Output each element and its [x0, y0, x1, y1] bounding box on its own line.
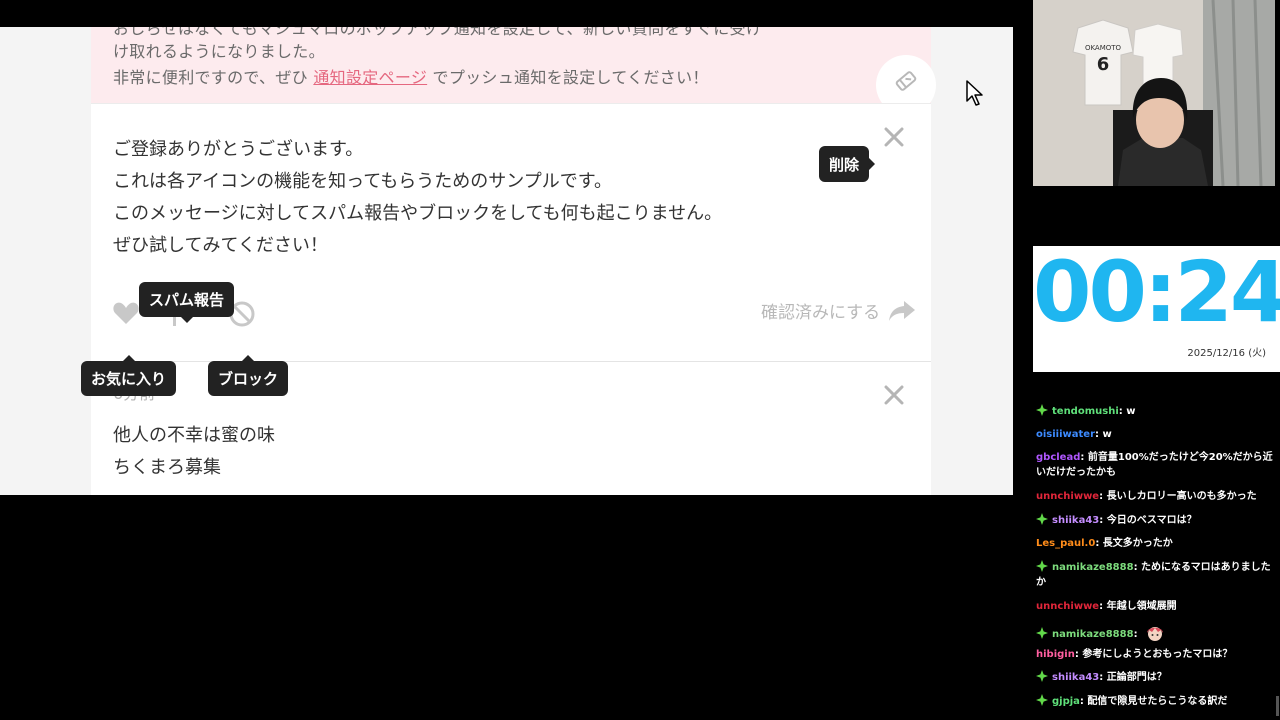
- chat-username: Les_paul.0: [1036, 538, 1096, 549]
- chat-username: shiika43: [1052, 672, 1100, 683]
- message-line: ご登録ありがとうございます。: [113, 139, 364, 160]
- chat-username: namikaze8888: [1052, 562, 1134, 573]
- message-body: 他人の不幸は蜜の味 ちくまろ募集: [113, 420, 275, 484]
- emote-icon: [1147, 627, 1164, 641]
- chat-text: :: [1133, 629, 1138, 640]
- chat-text: : 今日のベスマロは？: [1099, 515, 1197, 526]
- delete-tooltip: 削除: [819, 146, 876, 182]
- chat-text: : 参考にしようとおもったマロは？: [1074, 649, 1233, 660]
- chat-text: : 長文多かったか: [1095, 538, 1173, 549]
- chat-text: : 年越し領域展開: [1099, 601, 1177, 612]
- message-line: ちくまろ募集: [113, 457, 221, 478]
- sparkle-badge-icon: [1036, 404, 1048, 416]
- chat-username: namikaze8888: [1052, 629, 1134, 640]
- chat-message: shiika43: 正論部門は？: [1036, 670, 1276, 685]
- clock-time: 00:24: [1033, 243, 1280, 341]
- chat-panel: tendomushi: w oisiiiwater: w gbclead: 前音…: [1030, 402, 1278, 720]
- message-card: ご登録ありがとうございます。 これは各アイコンの機能を知ってもらうためのサンプル…: [91, 103, 931, 361]
- chat-message: gbclead: 前音量100%だったけど今20%だから近いだけだったかも: [1036, 450, 1276, 480]
- chat-username: shiika43: [1052, 515, 1100, 526]
- webcam-image: OKAMOTO 6: [1033, 0, 1275, 186]
- chat-text: : 正論部門は？: [1099, 672, 1167, 683]
- heart-icon[interactable]: [112, 300, 140, 326]
- chat-message: oisiiiwater: w: [1036, 427, 1276, 442]
- sparkle-badge-icon: [1036, 670, 1048, 682]
- chat-text: : w: [1118, 406, 1136, 417]
- chat-text: : w: [1095, 429, 1112, 440]
- browser-capture: おしらせはなくてもマシュマロのポップアップ通知を設定して、新しい質問をすぐに受け…: [0, 27, 1013, 495]
- pencil-icon: [895, 71, 917, 91]
- block-tooltip: ブロック: [208, 355, 289, 396]
- webcam-feed: OKAMOTO 6: [1033, 0, 1275, 186]
- chat-message: namikaze8888: ためになるマロはありましたか: [1036, 560, 1276, 590]
- notice-text: でプッシュ通知を設定してください！: [427, 68, 709, 87]
- chat-username: oisiiiwater: [1036, 429, 1096, 440]
- spam-report-tooltip: スパム報告: [139, 282, 235, 323]
- chat-message: tendomushi: w: [1036, 404, 1276, 419]
- notification-settings-link[interactable]: 通知設定ページ: [313, 68, 427, 87]
- chat-message: Les_paul.0: 長文多かったか: [1036, 536, 1276, 551]
- stream-clock: 00:24 2025/12/16 (火): [1033, 246, 1280, 372]
- chat-text: : 配信で隙見せたらこうなる訳だ: [1079, 696, 1228, 707]
- share-arrow-icon: [889, 300, 916, 321]
- chat-message: gjpja: 配信で隙見せたらこうなる訳だ: [1036, 694, 1276, 709]
- close-icon[interactable]: [881, 124, 907, 150]
- message-line: ぜひ試してみてください！: [113, 235, 328, 256]
- message-line: これは各アイコンの機能を知ってもらうためのサンプルです。: [113, 171, 612, 192]
- sparkle-badge-icon: [1036, 513, 1048, 525]
- chat-username: gbclead: [1036, 452, 1081, 463]
- sparkle-badge-icon: [1036, 560, 1048, 572]
- chat-message: namikaze8888:: [1036, 623, 1276, 643]
- chat-scrollbar[interactable]: [1276, 696, 1279, 716]
- mark-as-read-button[interactable]: 確認済みにする: [761, 298, 916, 323]
- svg-text:OKAMOTO: OKAMOTO: [1085, 44, 1122, 52]
- chat-username: tendomushi: [1052, 406, 1119, 417]
- chat-message: shiika43: 今日のベスマロは？: [1036, 513, 1276, 528]
- notification-banner: おしらせはなくてもマシュマロのポップアップ通知を設定して、新しい質問をすぐに受け…: [91, 27, 936, 115]
- message-line: 他人の不幸は蜜の味: [113, 425, 275, 446]
- chat-username: unnchiwwe: [1036, 491, 1100, 502]
- chat-message: unnchiwwe: 長いしカロリー高いのも多かった: [1036, 489, 1276, 504]
- chat-username: unnchiwwe: [1036, 601, 1100, 612]
- notice-text: 非常に便利ですので、ぜひ: [113, 68, 314, 87]
- notice-line: け取れるようになりました。: [113, 42, 325, 61]
- chat-message: hibigin: 参考にしようとおもったマロは？: [1036, 647, 1276, 662]
- sparkle-badge-icon: [1036, 627, 1048, 639]
- mouse-cursor-icon: [966, 80, 983, 106]
- favorite-tooltip: お気に入り: [81, 355, 177, 396]
- close-icon[interactable]: [881, 382, 907, 408]
- mark-as-read-label: 確認済みにする: [761, 303, 881, 323]
- marshmallow-card: おしらせはなくてもマシュマロのポップアップ通知を設定して、新しい質問をすぐに受け…: [91, 27, 936, 495]
- sparkle-badge-icon: [1036, 694, 1048, 706]
- svg-text:6: 6: [1097, 54, 1110, 75]
- clock-date: 2025/12/16 (火): [1187, 348, 1266, 359]
- message-line: このメッセージに対してスパム報告やブロックをしても何も起こりません。: [113, 203, 723, 224]
- chat-username: gjpja: [1052, 696, 1080, 707]
- chat-message: unnchiwwe: 年越し領域展開: [1036, 599, 1276, 614]
- message-body: ご登録ありがとうございます。 これは各アイコンの機能を知ってもらうためのサンプル…: [113, 134, 722, 262]
- notice-line: 非常に便利ですので、ぜひ 通知設定ページ でプッシュ通知を設定してください！: [113, 64, 709, 88]
- chat-username: hibigin: [1036, 649, 1075, 660]
- chat-text: : 長いしカロリー高いのも多かった: [1099, 491, 1257, 502]
